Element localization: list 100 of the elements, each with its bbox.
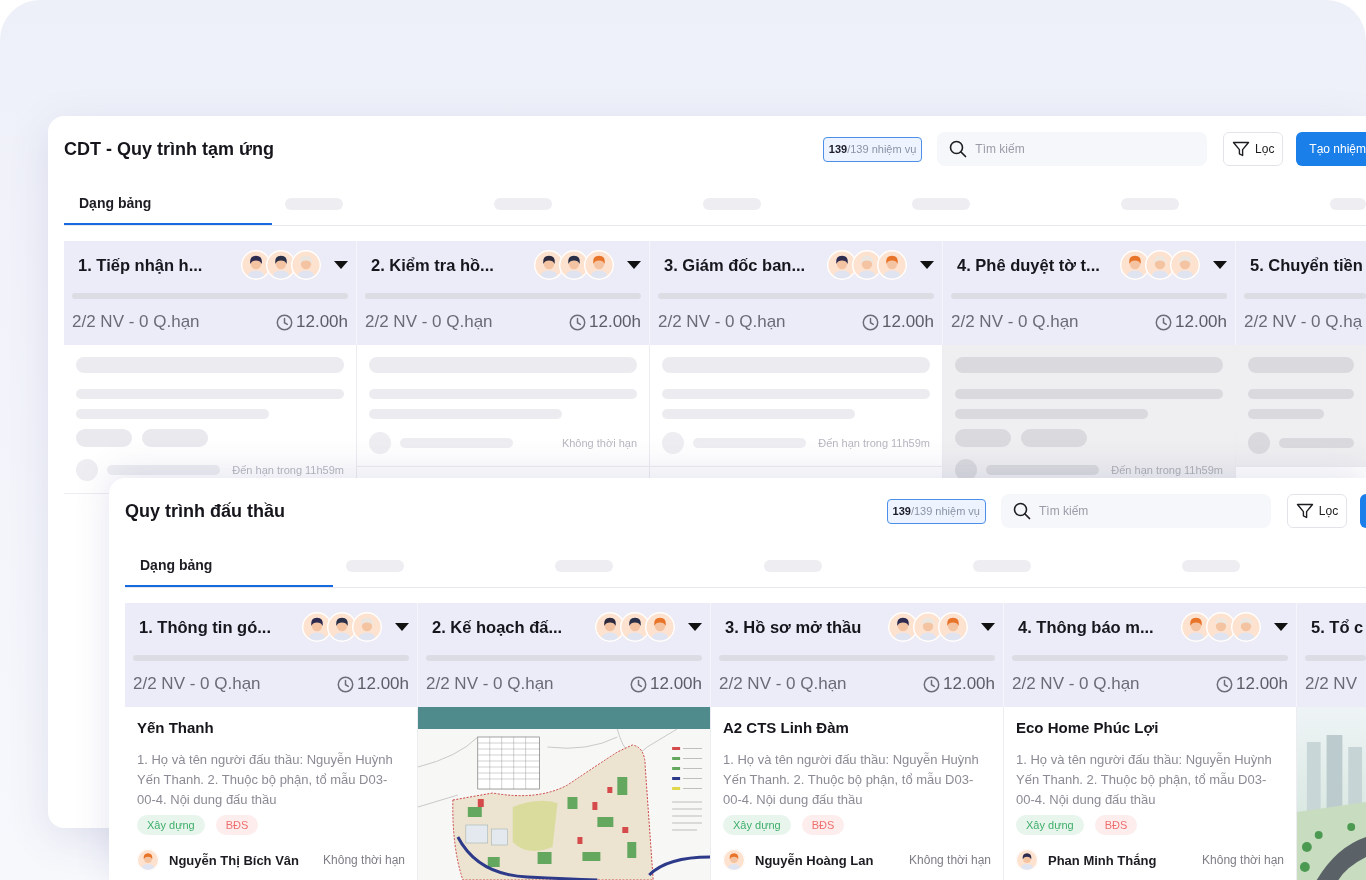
avatar-icon (645, 612, 675, 642)
tag: BĐS (1094, 815, 1138, 835)
window-title: Quy trình đấu thầu (125, 500, 286, 522)
avatar-icon (1016, 849, 1038, 871)
clock-icon (1216, 675, 1233, 693)
assignee-name: Nguyễn Hoàng Lan (755, 852, 874, 868)
clock-icon (1155, 313, 1172, 331)
avatar-icon (1170, 250, 1200, 280)
placeholder-avatar-icon (955, 459, 977, 481)
avatar-icon (620, 612, 650, 642)
placeholder-pill (142, 429, 208, 447)
avatar-icon (291, 250, 321, 280)
filter-icon (1295, 502, 1314, 520)
view-tab[interactable]: Dạng bảng (125, 544, 333, 587)
column-title: 1. Thông tin gó... (139, 617, 272, 637)
assignee-name: Nguyễn Thị Bích Vân (169, 852, 299, 868)
due-text: Không thời hạn (1201, 853, 1284, 867)
tag: Xây dựng (1016, 815, 1084, 835)
clock-icon (630, 675, 647, 693)
avatar-icon (938, 612, 968, 642)
avatar-icon (352, 612, 382, 642)
avatar-icon (888, 612, 918, 642)
column-stats: 2/2 NV - 0 Q.hạn (658, 312, 786, 332)
column-stats: 2/2 NV - 0 Q.hạn (72, 312, 200, 332)
tag: BĐS (215, 815, 259, 835)
avatar-icon (913, 612, 943, 642)
create-button[interactable]: Tạo nhiệm (1296, 132, 1366, 166)
caret-icon[interactable] (1274, 623, 1288, 631)
duration-text: 12.00h (589, 312, 641, 332)
column-stats: 2/2 NV - 0 Q.hạn (426, 674, 554, 694)
avatar-icon (877, 250, 907, 280)
avatar-icon (327, 612, 357, 642)
column-title: 5. Tổ c (1311, 617, 1365, 637)
column-stats: 2/2 NV - 0 Q.hạ (1244, 312, 1363, 332)
avatar-icon (827, 250, 857, 280)
due-text: Đến hạn trong 11h59m (817, 437, 930, 449)
tag: Xây dựng (137, 815, 205, 835)
avatar-icon (302, 612, 332, 642)
clock-icon (923, 675, 940, 693)
search-icon (949, 140, 968, 158)
create-button[interactable] (1360, 494, 1366, 528)
filter-button[interactable]: Lọc (1223, 132, 1284, 166)
caret-icon[interactable] (1213, 261, 1227, 269)
avatar-icon (266, 250, 296, 280)
duration-text: 12.00h (1175, 312, 1227, 332)
column-stats: 2/2 NV (1305, 674, 1357, 694)
task-count-badge: 139/139 nhiệm vụ (822, 136, 923, 162)
column-title: 4. Phê duyệt tờ t... (957, 255, 1101, 275)
card-title: Yến Thanh (137, 718, 215, 738)
caret-icon[interactable] (627, 261, 641, 269)
avatar-icon (1206, 612, 1236, 642)
column-stats: 2/2 NV - 0 Q.hạn (1012, 674, 1140, 694)
caret-icon[interactable] (688, 623, 702, 631)
avatar-icon (584, 250, 614, 280)
due-text: Không thời hạn (560, 437, 637, 449)
caret-icon[interactable] (334, 261, 348, 269)
duration-text: 12.00h (1236, 674, 1288, 694)
card-description: 1. Họ và tên người đấu thầu: Nguyễn Huỳnh Yến Thanh. 2. Thuộc bộ phận, tổ mẫu D03-00-4. Nội dung đấu thầu (723, 751, 980, 809)
assignee-name: Phan Minh Thắng (1048, 852, 1157, 868)
caret-icon[interactable] (920, 261, 934, 269)
placeholder-avatar-icon (1248, 432, 1270, 454)
task-count-badge: 139/139 nhiệm vụ (886, 498, 986, 524)
window-title: CDT - Quy trình tạm ứng (64, 138, 276, 160)
avatar-icon (852, 250, 882, 280)
search-field[interactable]: Tìm kiếm (1001, 494, 1271, 528)
column-title: 1. Tiếp nhận h... (78, 255, 204, 275)
duration-text: 12.00h (296, 312, 348, 332)
card-title: Eco Home Phúc Lợi (1016, 718, 1160, 738)
due-text: Đến hạn trong 11h59m (231, 464, 344, 476)
clock-icon (276, 313, 293, 331)
avatar-icon (137, 849, 159, 871)
tag: Xây dựng (723, 815, 791, 835)
duration-text: 12.00h (882, 312, 934, 332)
duration-text: 12.00h (357, 674, 409, 694)
card-description: 1. Họ và tên người đấu thầu: Nguyễn Huỳnh Yến Thanh. 2. Thuộc bộ phận, tổ mẫu D03-00-4. Nội dung đấu thầu (1016, 751, 1273, 809)
caret-icon[interactable] (981, 623, 995, 631)
card-title: A2 CTS Linh Đàm (723, 718, 850, 738)
column-title: 2. Kế hoạch đấ... (432, 617, 564, 637)
search-icon (1013, 502, 1031, 520)
avatar-icon (1120, 250, 1150, 280)
avatar-icon (534, 250, 564, 280)
column-stats: 2/2 NV - 0 Q.hạn (133, 674, 261, 694)
clock-icon (337, 675, 354, 693)
search-field[interactable]: Tìm kiếm (937, 132, 1208, 166)
due-text: Không thời hạn (322, 853, 405, 867)
view-tab[interactable]: Dạng bảng (64, 182, 272, 225)
column-stats: 2/2 NV - 0 Q.hạn (365, 312, 493, 332)
avatar-icon (1145, 250, 1175, 280)
due-text: Không thời hạn (908, 853, 991, 867)
caret-icon[interactable] (395, 623, 409, 631)
duration-text: 12.00h (943, 674, 995, 694)
column-stats: 2/2 NV - 0 Q.hạn (719, 674, 847, 694)
column-title: 3. Giám đốc ban... (664, 255, 807, 275)
column-title: 2. Kiểm tra hồ... (371, 255, 495, 275)
filter-button[interactable]: Lọc (1287, 494, 1347, 528)
column-title: 3. Hồ sơ mở thầu (725, 617, 863, 637)
avatar-icon (559, 250, 589, 280)
card-description: 1. Họ và tên người đấu thầu: Nguyễn Huỳnh Yến Thanh. 2. Thuộc bộ phận, tổ mẫu D03-00-4. Nội dung đấu thầu (137, 751, 394, 809)
clock-icon (862, 313, 879, 331)
due-text: Đến hạn trong 11h59m (1110, 464, 1223, 476)
